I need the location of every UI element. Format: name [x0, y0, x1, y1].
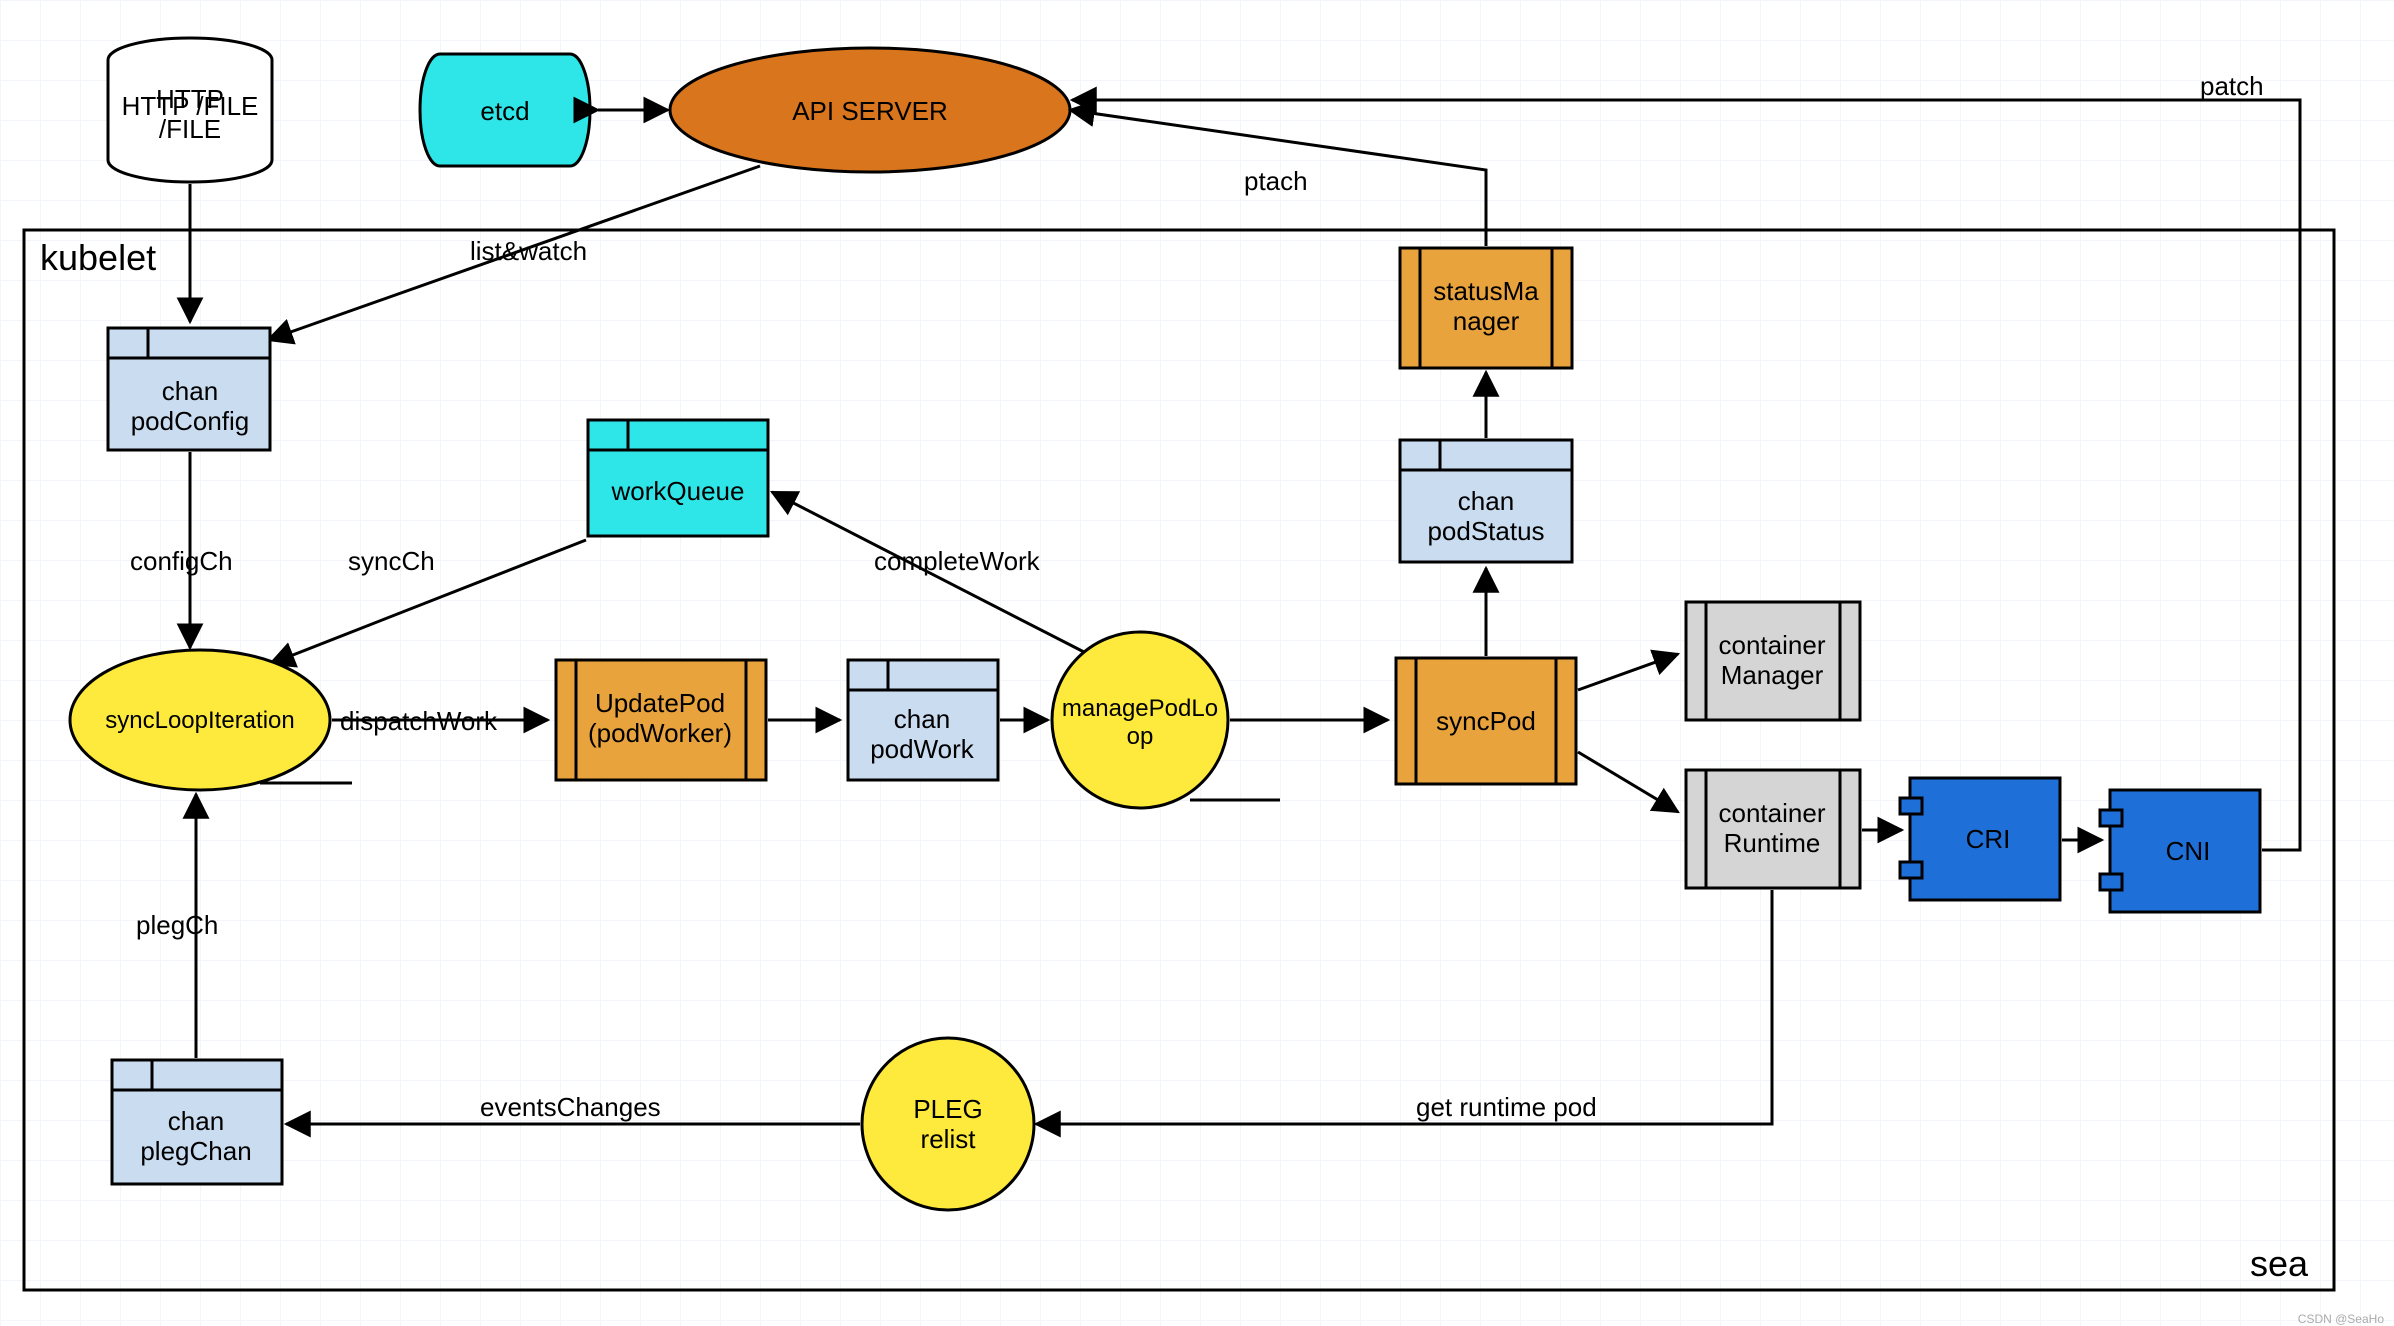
label-plegch: plegCh: [136, 910, 218, 940]
node-statusmanager: statusMa nager: [1400, 248, 1572, 368]
node-containerruntime: container Runtime: [1686, 770, 1860, 888]
signature: sea: [2250, 1243, 2309, 1284]
node-updatepod: UpdatePod (podWorker): [556, 660, 766, 780]
node-workqueue: workQueue: [588, 420, 768, 536]
svg-text:chan: chan: [894, 704, 950, 734]
watermark: CSDN @SeaHo: [2298, 1312, 2384, 1326]
edge-patch: [1072, 100, 2300, 850]
node-pleg-relist: PLEG relist: [862, 1038, 1034, 1210]
svg-text:workQueue: workQueue: [611, 476, 745, 506]
node-api-server: API SERVER: [670, 48, 1070, 172]
kubelet-title: kubelet: [40, 237, 156, 278]
node-cni: CNI: [2100, 790, 2260, 912]
svg-text:op: op: [1127, 723, 1154, 750]
node-containermanager: container Manager: [1686, 602, 1860, 720]
label-listwatch: list&watch: [470, 236, 587, 266]
label-completework: completeWork: [874, 546, 1041, 576]
svg-text:plegChan: plegChan: [140, 1136, 251, 1166]
label-syncch: syncCh: [348, 546, 435, 576]
svg-text:statusMa: statusMa: [1433, 276, 1539, 306]
svg-text:UpdatePod: UpdatePod: [595, 688, 725, 718]
node-cri: CRI: [1900, 778, 2060, 900]
label-configch: configCh: [130, 546, 233, 576]
svg-text:container: container: [1719, 798, 1826, 828]
node-chan-podwork: chan podWork: [848, 660, 998, 780]
node-http-file: HTTP /FILE HTTP /FILE: [108, 38, 272, 182]
svg-text:Runtime: Runtime: [1724, 828, 1821, 858]
svg-text:managePodLo: managePodLo: [1062, 695, 1218, 722]
svg-text:syncLoopIteration: syncLoopIteration: [105, 707, 294, 734]
node-syncloopiteration: syncLoopIteration: [70, 650, 352, 790]
svg-text:podWork: podWork: [870, 734, 975, 764]
svg-text:podStatus: podStatus: [1427, 516, 1544, 546]
label-ptach: ptach: [1244, 166, 1308, 196]
svg-text:/FILE: /FILE: [159, 114, 221, 144]
label-getruntimepod: get runtime pod: [1416, 1092, 1597, 1122]
node-chan-podstatus: chan podStatus: [1400, 440, 1572, 562]
node-syncpod: syncPod: [1396, 658, 1576, 784]
svg-text:CNI: CNI: [2166, 836, 2211, 866]
node-chan-podconfig: chan podConfig: [108, 328, 270, 450]
label-eventschanges: eventsChanges: [480, 1092, 661, 1122]
svg-text:(podWorker): (podWorker): [588, 718, 732, 748]
svg-text:etcd: etcd: [480, 96, 529, 126]
svg-text:relist: relist: [921, 1124, 977, 1154]
svg-text:podConfig: podConfig: [131, 406, 250, 436]
diagram-canvas: kubelet sea HTTP /FILE HTTP /FILE etcd A…: [0, 0, 2394, 1326]
edge-syncpod-cm: [1578, 654, 1678, 690]
svg-text:HTTP: HTTP: [156, 84, 224, 114]
svg-text:CRI: CRI: [1966, 824, 2011, 854]
label-patch: patch: [2200, 71, 2264, 101]
svg-text:container: container: [1719, 630, 1826, 660]
edge-getruntimepod: [1036, 890, 1772, 1124]
node-chan-plegchan: chan plegChan: [112, 1060, 282, 1184]
svg-text:Manager: Manager: [1721, 660, 1824, 690]
svg-text:nager: nager: [1453, 306, 1520, 336]
svg-text:syncPod: syncPod: [1436, 706, 1536, 736]
svg-text:chan: chan: [168, 1106, 224, 1136]
node-etcd: etcd: [420, 54, 590, 166]
svg-text:API SERVER: API SERVER: [792, 96, 948, 126]
svg-text:chan: chan: [162, 376, 218, 406]
diagram-svg: kubelet sea HTTP /FILE HTTP /FILE etcd A…: [0, 0, 2394, 1326]
label-dispatchwork: dispatchWork: [340, 706, 498, 736]
edge-syncpod-cr: [1578, 752, 1678, 812]
svg-text:chan: chan: [1458, 486, 1514, 516]
svg-text:PLEG: PLEG: [913, 1094, 982, 1124]
